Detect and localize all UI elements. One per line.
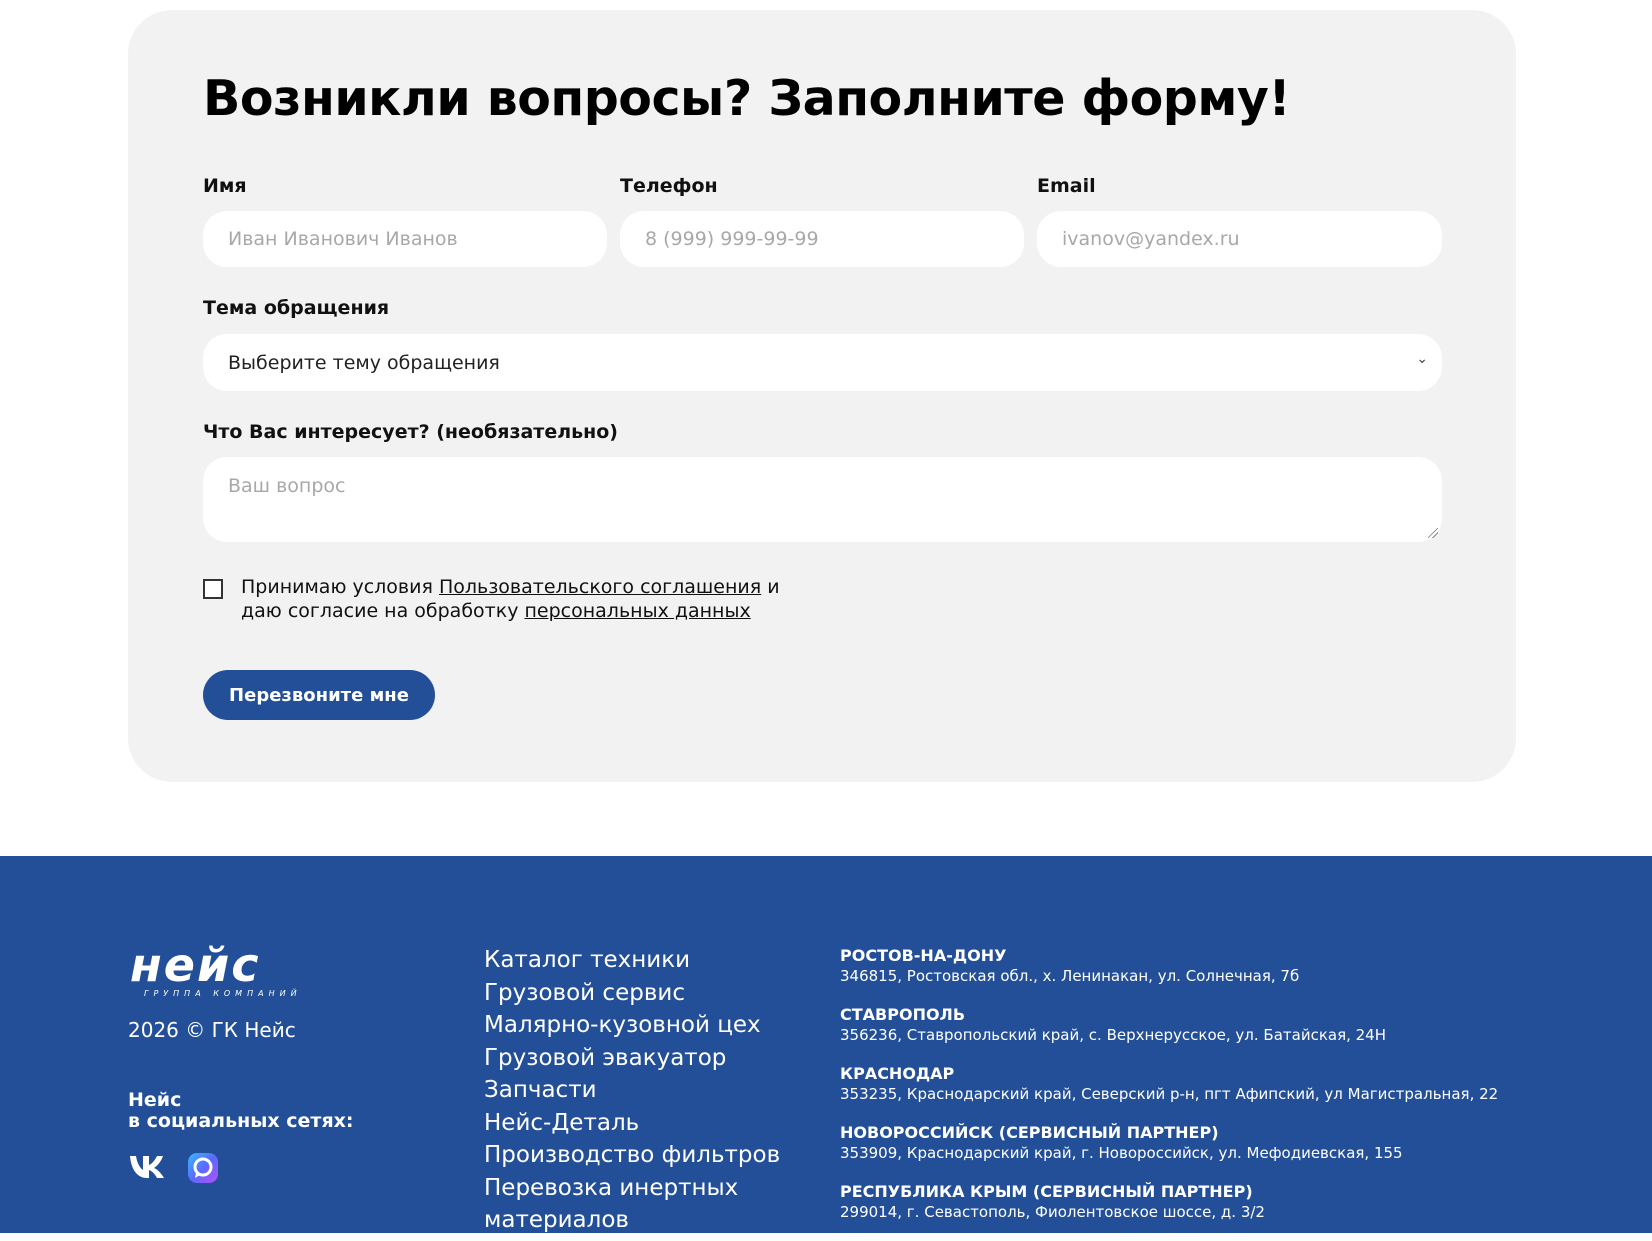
consent-checkbox[interactable] (203, 579, 223, 599)
office-list: РОСТОВ-НА-ДОНУ 346815, Ростовская обл., … (840, 946, 1560, 1241)
nav-link-catalog[interactable]: Каталог техники (484, 944, 804, 977)
office-item: СТАВРОПОЛЬ 356236, Ставропольский край, … (840, 1005, 1560, 1045)
office-city: РЕСПУБЛИКА КРЫМ (СЕРВИСНЫЙ ПАРТНЕР) (840, 1182, 1253, 1201)
email-label: Email (1037, 175, 1096, 197)
office-address: 356236, Ставропольский край, с. Верхнеру… (840, 1026, 1386, 1044)
personal-data-link[interactable]: персональных данных (525, 600, 751, 622)
office-item: РОСТОВ-НА-ДОНУ 346815, Ростовская обл., … (840, 946, 1560, 986)
logo-subtitle: ГРУППА КОМПАНИЙ (144, 987, 302, 998)
nav-link-neis-detail[interactable]: Нейс-Деталь (484, 1107, 804, 1140)
office-address: 299014, г. Севастополь, Фиолентовское шо… (840, 1203, 1265, 1221)
phone-input[interactable] (620, 211, 1024, 267)
nav-link-tow-truck[interactable]: Грузовой эвакуатор (484, 1042, 804, 1075)
phone-label: Телефон (620, 175, 718, 197)
office-address: 346815, Ростовская обл., х. Ленинакан, у… (840, 967, 1300, 985)
vk-icon[interactable] (128, 1153, 168, 1179)
question-textarea[interactable]: Ваш вопрос (203, 457, 1442, 542)
name-label: Имя (203, 175, 247, 197)
logo-wordmark: нейс (130, 944, 260, 992)
topic-select[interactable]: Выберите тему обращения ⌄ (203, 334, 1442, 391)
user-agreement-link[interactable]: Пользовательского соглашения (439, 576, 761, 598)
consent-text: Принимаю условия Пользовательского согла… (241, 575, 781, 623)
office-city: СТАВРОПОЛЬ (840, 1005, 966, 1024)
contact-form-card: Возникли вопросы? Заполните форму! Имя Т… (128, 10, 1516, 782)
office-item: РЕСПУБЛИКА КРЫМ (СЕРВИСНЫЙ ПАРТНЕР) 2990… (840, 1182, 1560, 1222)
nav-link-paint-body-shop[interactable]: Малярно-кузовной цех (484, 1009, 804, 1042)
social-title-line2: в социальных сетях: (128, 1110, 354, 1132)
nav-link-bulk-transport[interactable]: Перевозка инертных материалов (484, 1172, 804, 1237)
nav-link-truck-service[interactable]: Грузовой сервис (484, 977, 804, 1010)
form-title: Возникли вопросы? Заполните форму! (203, 70, 1291, 127)
resize-handle-icon[interactable] (1428, 528, 1438, 538)
chevron-down-icon: ⌄ (1416, 351, 1428, 367)
office-item: НОВОРОССИЙСК (СЕРВИСНЫЙ ПАРТНЕР) 353909,… (840, 1123, 1560, 1163)
office-address: 353909, Краснодарский край, г. Новоросси… (840, 1144, 1403, 1162)
callback-button[interactable]: Перезвоните мне (203, 670, 435, 720)
social-title: Нейс в социальных сетях: (128, 1090, 354, 1132)
office-city: НОВОРОССИЙСК (СЕРВИСНЫЙ ПАРТНЕР) (840, 1123, 1219, 1142)
email-input[interactable] (1037, 211, 1442, 267)
topic-label: Тема обращения (203, 297, 390, 319)
copyright: 2026 © ГК Нейс (128, 1018, 296, 1042)
name-input[interactable] (203, 211, 607, 267)
company-logo[interactable]: нейс ГРУППА КОМПАНИЙ (128, 938, 342, 999)
site-footer: нейс ГРУППА КОМПАНИЙ 2026 © ГК Нейс Нейс… (0, 856, 1652, 1233)
social-title-line1: Нейс (128, 1089, 182, 1111)
footer-nav: Каталог техники Грузовой сервис Малярно-… (484, 944, 804, 1237)
max-messenger-icon[interactable] (188, 1153, 218, 1183)
topic-select-value: Выберите тему обращения (228, 351, 500, 374)
question-label: Что Вас интересует? (необязательно) (203, 421, 618, 443)
office-city: КРАСНОДАР (840, 1064, 955, 1083)
office-city: РОСТОВ-НА-ДОНУ (840, 946, 1007, 965)
consent-prefix: Принимаю условия (241, 576, 439, 598)
office-address: 353235, Краснодарский край, Северский р-… (840, 1085, 1499, 1103)
nav-link-spare-parts[interactable]: Запчасти (484, 1074, 804, 1107)
nav-link-filters[interactable]: Производство фильтров (484, 1139, 804, 1172)
office-item: КРАСНОДАР 353235, Краснодарский край, Се… (840, 1064, 1560, 1104)
question-placeholder: Ваш вопрос (228, 475, 346, 497)
